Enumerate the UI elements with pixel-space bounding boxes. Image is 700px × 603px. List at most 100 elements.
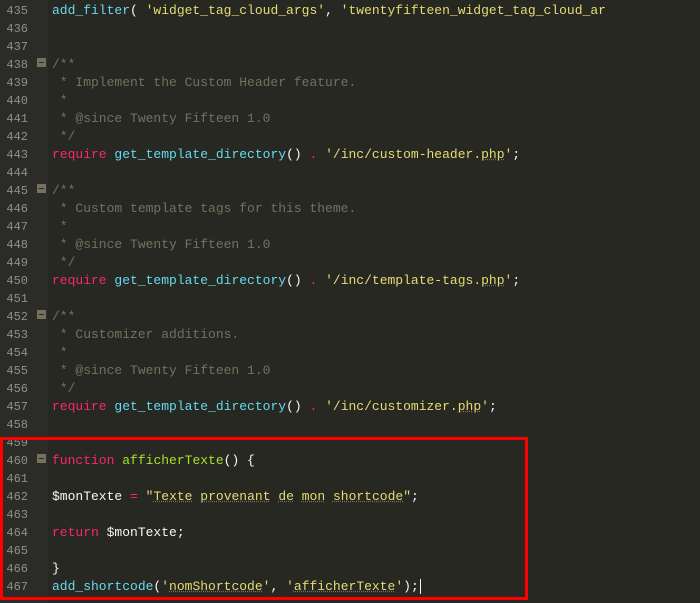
code-line[interactable]: * @since Twenty Fifteen 1.0 — [52, 362, 700, 380]
code-line[interactable] — [52, 164, 700, 182]
code-token: /** — [52, 183, 75, 198]
code-token: * Custom template tags for this theme. — [52, 201, 356, 216]
code-line[interactable] — [52, 542, 700, 560]
code-token — [138, 489, 146, 504]
fold-toggle-icon[interactable] — [37, 310, 46, 319]
code-token: ); — [403, 579, 419, 594]
code-line[interactable]: function afficherTexte() { — [52, 452, 700, 470]
fold-column[interactable] — [34, 0, 48, 603]
code-line[interactable]: */ — [52, 128, 700, 146]
line-number: 439 — [4, 74, 28, 92]
code-line[interactable]: * @since Twenty Fifteen 1.0 — [52, 110, 700, 128]
line-number: 438 — [4, 56, 28, 74]
code-line[interactable] — [52, 38, 700, 56]
code-token: add_shortcode — [52, 579, 153, 594]
code-token — [317, 399, 325, 414]
line-number: 458 — [4, 416, 28, 434]
code-line[interactable]: * — [52, 92, 700, 110]
code-token: de — [278, 489, 294, 504]
code-token: '/inc/custom-header. — [325, 147, 481, 162]
text-cursor — [420, 579, 421, 594]
code-editor[interactable]: 4354364374384394404414424434444454464474… — [0, 0, 700, 603]
code-token: get_template_directory — [114, 399, 286, 414]
code-token — [122, 489, 130, 504]
code-token: * Customizer additions. — [52, 327, 239, 342]
code-token: require — [52, 399, 107, 414]
code-token: * @since Twenty Fifteen 1.0 — [52, 111, 270, 126]
line-number: 437 — [4, 38, 28, 56]
code-token: = — [130, 489, 138, 504]
code-token: '/inc/template-tags. — [325, 273, 481, 288]
code-token: php — [481, 147, 504, 162]
code-token — [317, 147, 325, 162]
code-line[interactable]: * Implement the Custom Header feature. — [52, 74, 700, 92]
code-line[interactable] — [52, 20, 700, 38]
code-line[interactable]: * Customizer additions. — [52, 326, 700, 344]
code-token — [294, 489, 302, 504]
line-number: 452 — [4, 308, 28, 326]
fold-toggle-icon[interactable] — [37, 184, 46, 193]
code-token: provenant — [200, 489, 270, 504]
code-token: ( — [130, 3, 146, 18]
line-number: 456 — [4, 380, 28, 398]
code-token: () — [286, 273, 309, 288]
code-line[interactable]: } — [52, 560, 700, 578]
line-number: 462 — [4, 488, 28, 506]
code-line[interactable]: require get_template_directory() . '/inc… — [52, 398, 700, 416]
code-line[interactable]: * — [52, 344, 700, 362]
code-line[interactable] — [52, 506, 700, 524]
code-token: ; — [512, 147, 520, 162]
code-line[interactable]: add_shortcode('nomShortcode', 'afficherT… — [52, 578, 700, 596]
code-token: php — [481, 273, 504, 288]
code-line[interactable]: $monTexte = "Texte provenant de mon shor… — [52, 488, 700, 506]
line-number: 451 — [4, 290, 28, 308]
code-line[interactable]: * — [52, 218, 700, 236]
code-token: , — [270, 579, 286, 594]
code-token: require — [52, 273, 107, 288]
line-number: 457 — [4, 398, 28, 416]
line-number: 464 — [4, 524, 28, 542]
fold-toggle-icon[interactable] — [37, 454, 46, 463]
code-line[interactable]: * Custom template tags for this theme. — [52, 200, 700, 218]
fold-toggle-icon[interactable] — [37, 58, 46, 67]
code-line[interactable]: require get_template_directory() . '/inc… — [52, 146, 700, 164]
code-token: , — [325, 3, 341, 18]
line-number: 440 — [4, 92, 28, 110]
code-token — [325, 489, 333, 504]
code-line[interactable]: require get_template_directory() . '/inc… — [52, 272, 700, 290]
code-token: function — [52, 453, 114, 468]
code-line[interactable]: return $monTexte; — [52, 524, 700, 542]
line-number: 445 — [4, 182, 28, 200]
code-token: */ — [52, 129, 75, 144]
line-number: 442 — [4, 128, 28, 146]
code-token: } — [52, 561, 60, 576]
code-line[interactable]: */ — [52, 380, 700, 398]
code-line[interactable]: /** — [52, 182, 700, 200]
code-line[interactable] — [52, 290, 700, 308]
code-token: /** — [52, 309, 75, 324]
code-token: */ — [52, 255, 75, 270]
code-token: ' — [286, 579, 294, 594]
code-token: add_filter — [52, 3, 130, 18]
code-line[interactable]: */ — [52, 254, 700, 272]
code-line[interactable]: * @since Twenty Fifteen 1.0 — [52, 236, 700, 254]
code-token: * Implement the Custom Header feature. — [52, 75, 356, 90]
code-line[interactable] — [52, 470, 700, 488]
line-number-gutter: 4354364374384394404414424434444454464474… — [0, 0, 34, 603]
code-line[interactable]: add_filter( 'widget_tag_cloud_args', 'tw… — [52, 2, 700, 20]
line-number: 459 — [4, 434, 28, 452]
code-token: require — [52, 147, 107, 162]
code-token: ' — [481, 399, 489, 414]
code-line[interactable] — [52, 416, 700, 434]
line-number: 450 — [4, 272, 28, 290]
code-token: * — [52, 219, 68, 234]
code-line[interactable] — [52, 434, 700, 452]
line-number: 448 — [4, 236, 28, 254]
code-area[interactable]: add_filter( 'widget_tag_cloud_args', 'tw… — [48, 0, 700, 603]
code-line[interactable]: /** — [52, 308, 700, 326]
code-token: ' — [161, 579, 169, 594]
line-number: 466 — [4, 560, 28, 578]
code-token: $monTexte — [52, 489, 122, 504]
code-line[interactable]: /** — [52, 56, 700, 74]
line-number: 455 — [4, 362, 28, 380]
